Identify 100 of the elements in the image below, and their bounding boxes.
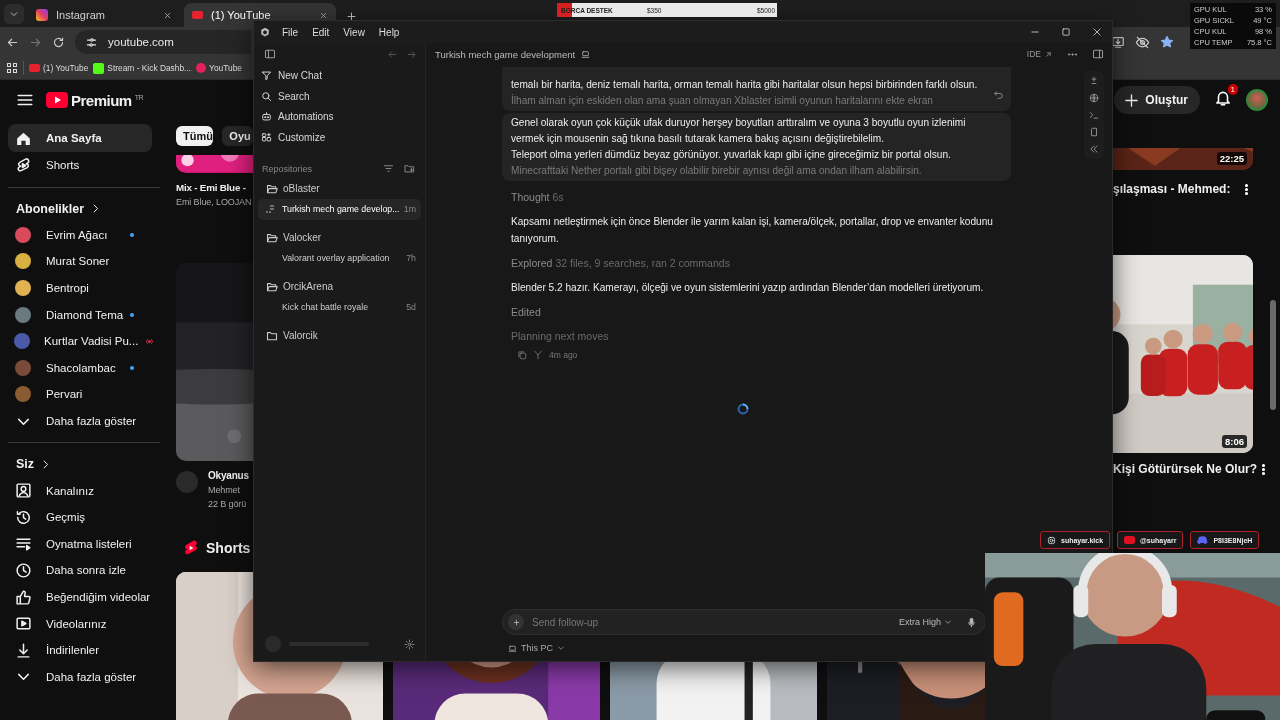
install-icon [1111,35,1125,49]
video-title[interactable]: Okyanus [208,469,249,483]
sidebar-item[interactable]: Daha fazla göster [8,407,152,435]
channel-icon [14,482,32,500]
terminal-button[interactable] [1089,110,1099,120]
sidebar-item[interactable]: Shacolambac [8,354,152,382]
browser-tab[interactable]: Instagram [28,3,180,27]
sidebar-action[interactable]: Customize [258,127,421,148]
sidebar-item[interactable]: Oynatma listeleri [8,530,152,558]
add-folder-icon [404,163,415,175]
channel-avatar [15,359,31,376]
panel-toggle-button[interactable] [1092,48,1104,60]
sidebar-action[interactable]: Automations [258,106,421,128]
shorts-icon [182,539,200,557]
activity-label[interactable]: Explored 32 files, 9 searches, ran 2 commands [511,255,1112,271]
spinner-icon [737,403,749,415]
bookmark[interactable]: (1) YouTube [29,63,89,73]
channel-avatar [15,226,31,243]
sidebar-item[interactable]: Geçmiş [8,503,152,531]
history-icon [14,508,32,526]
sidebar-item[interactable]: Kanalınız [8,477,152,504]
message-line: Minecrafttaki Nether portalı gibi bişey olabilir birebir aynısı değil ama ondan ilham alabilirsin. [511,164,923,178]
activity-label[interactable]: Thought 6s [511,189,1112,205]
address-bar[interactable]: youtube.com [75,30,251,54]
section-heading[interactable]: Abonelikler [8,195,152,222]
chat-item[interactable]: Kick chat battle royale 5d [258,296,421,318]
effort-dropdown[interactable]: Extra High [898,617,952,627]
sidebar-item[interactable]: Kurtlar Vadisi Pu... [8,327,152,355]
sidebar-item[interactable]: Shorts [8,152,152,179]
new-folder-button[interactable] [404,163,415,175]
sidebar-item[interactable]: Beğendiğim videolar [8,583,152,611]
sidebar-item[interactable]: Bentropi [8,274,152,302]
sidebar-item[interactable]: Evrim Ağacı [8,221,152,249]
search-icon [261,90,272,102]
browser-button[interactable] [1089,93,1099,104]
filter-button[interactable] [383,163,394,175]
chat-item[interactable]: Turkish mech game develop... 1m [258,198,421,220]
copy-button[interactable] [517,350,527,360]
tab-list-button[interactable] [4,4,24,24]
notifications-button[interactable] [1214,89,1232,107]
new-tab-button[interactable] [346,11,357,22]
video-duration: 8:06 [1222,435,1247,448]
channel-avatar [15,386,31,403]
scrollbar-thumb[interactable] [1270,300,1276,410]
eye-off-icon [1135,34,1150,50]
bookmark[interactable]: YouTube [196,63,243,73]
site-settings-icon [85,35,98,49]
ide-button[interactable]: IDE [1026,49,1053,59]
repository-item[interactable]: Valorcik [258,325,421,346]
attach-button[interactable] [508,614,524,630]
open-folder-icon [266,280,278,293]
sidebar-item[interactable]: Pervari [8,381,152,408]
sidebar-item[interactable]: Ana Sayfa [8,124,152,152]
terminal-icon [1089,110,1099,120]
video-meta: 22 B görü [208,498,248,511]
video-title[interactable]: Kişi Götürürsek Ne Olur? [1113,462,1258,476]
file-button[interactable] [1089,126,1099,137]
video-title[interactable]: Mix - Emi Blue - [176,181,253,195]
diff-button[interactable] [1089,76,1099,87]
sidebar-action[interactable]: Search [258,85,421,107]
message-input[interactable]: Send follow-up Extra High [502,609,986,635]
plus-icon [511,617,521,627]
folder-icon [266,329,278,342]
sidebar-item[interactable]: Daha sonra izle [8,557,152,584]
section-label: Repositories [262,163,314,174]
collapse-button[interactable] [1089,143,1099,154]
undo-button[interactable] [993,89,1004,100]
microphone-button[interactable] [966,616,977,628]
chat-title: Turkish mech game development [435,48,576,60]
copy-icon [517,350,527,360]
menu-item[interactable]: View [336,22,372,42]
activity-label[interactable]: Edited [511,304,1112,320]
repository-item[interactable]: oBlaster [258,178,421,199]
sidebar-item[interactable]: Murat Soner [8,248,152,275]
reload-button[interactable] [52,35,65,49]
close-icon [319,10,328,20]
sidebar-action[interactable]: New Chat [258,65,421,86]
environment-dropdown[interactable]: This PC [508,640,565,656]
channel-avatar [14,333,30,350]
menu-item[interactable]: Help [371,22,407,42]
sidebar-toggle-button[interactable] [264,48,276,60]
video-title[interactable]: şılaşması - Mehmed: [1113,182,1231,196]
message-line: temalı bir harita, deniz temalı harita, orman temalı harita gibi haritalar olsun hepsi birbirinden farklı olsun. [511,78,979,92]
forward-icon [406,48,417,60]
section-heading[interactable]: Siz [8,451,152,478]
repository-item[interactable]: Valocker [258,227,421,248]
sidebar-item[interactable]: Diamond Tema [8,301,152,328]
repository-item[interactable]: OrcikArena [258,276,421,297]
create-button[interactable]: Oluştur [1114,86,1200,114]
bookmark[interactable]: Stream - Kick Dashb... [93,62,192,74]
chat-item[interactable]: Valorant overlay application 7h [258,247,421,269]
sidebar-item[interactable]: Videolarınız [8,610,152,637]
avatar[interactable] [1246,89,1268,111]
sidebar-item[interactable]: İndirilenler [8,636,152,664]
filter-chip[interactable]: Tümü [176,126,214,146]
fork-button[interactable] [533,350,543,360]
star-icon [1160,35,1174,49]
settings-button[interactable] [404,638,415,650]
filter-chip[interactable]: Oyu [222,126,253,146]
sidebar-item[interactable]: Daha fazla göster [8,663,152,691]
